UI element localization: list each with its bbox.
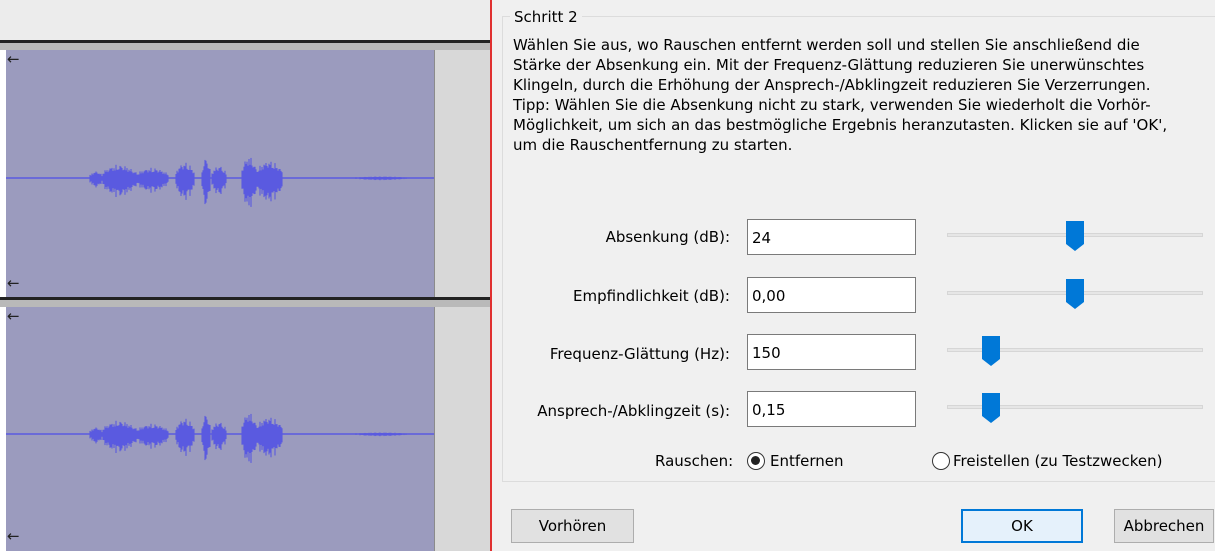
sensitivity-slider[interactable] bbox=[947, 278, 1203, 310]
left-arrow-icon: ← bbox=[7, 307, 20, 325]
help-text: Wählen Sie aus, wo Rauschen entfernt wer… bbox=[513, 36, 1168, 154]
radio-button-remove[interactable] bbox=[747, 452, 765, 470]
track-empty-area bbox=[434, 307, 491, 551]
slider-thumb[interactable] bbox=[1065, 220, 1085, 252]
sensitivity-input[interactable] bbox=[747, 277, 916, 313]
frequency-smoothing-input[interactable] bbox=[747, 334, 916, 370]
left-arrow-icon: ← bbox=[7, 527, 20, 545]
left-arrow-icon: ← bbox=[7, 50, 20, 68]
track-separator bbox=[0, 300, 490, 307]
noise-label: Rauschen: bbox=[655, 452, 734, 470]
reduction-slider[interactable] bbox=[947, 220, 1203, 252]
sensitivity-label: Empfindlichkeit (dB): bbox=[573, 287, 730, 305]
radio-remove-label: Entfernen bbox=[770, 452, 844, 470]
cancel-button[interactable]: Abbrechen bbox=[1114, 509, 1214, 543]
slider-thumb[interactable] bbox=[981, 392, 1001, 424]
reduction-input[interactable] bbox=[747, 219, 916, 255]
frequency-smoothing-slider[interactable] bbox=[947, 335, 1203, 367]
noise-reduction-dialog: Schritt 2 Wählen Sie aus, wo Rauschen en… bbox=[492, 0, 1215, 551]
audio-tracks-panel: ← ← ← ← bbox=[0, 0, 491, 551]
waveform-right bbox=[6, 413, 434, 463]
audio-track-left-channel[interactable] bbox=[6, 50, 434, 297]
track-separator bbox=[0, 43, 490, 50]
ok-button[interactable]: OK bbox=[961, 509, 1083, 543]
left-arrow-icon: ← bbox=[7, 274, 20, 292]
group-title: Schritt 2 bbox=[510, 8, 582, 26]
slider-thumb[interactable] bbox=[981, 335, 1001, 367]
frequency-smoothing-label: Frequenz-Glättung (Hz): bbox=[549, 345, 730, 363]
waveform-left bbox=[6, 157, 434, 207]
attack-decay-label: Ansprech-/Abklingzeit (s): bbox=[537, 402, 730, 420]
radio-isolate[interactable]: Freistellen (zu Testzwecken) bbox=[932, 449, 1212, 475]
timeline-area bbox=[0, 0, 490, 40]
reduction-label: Absenkung (dB): bbox=[605, 228, 730, 246]
radio-remove[interactable]: Entfernen bbox=[747, 449, 887, 475]
preview-button[interactable]: Vorhören bbox=[511, 509, 634, 543]
radio-button-isolate[interactable] bbox=[932, 452, 950, 470]
radio-isolate-label: Freistellen (zu Testzwecken) bbox=[953, 452, 1163, 470]
attack-decay-input[interactable] bbox=[747, 391, 916, 427]
audio-track-right-channel[interactable] bbox=[6, 307, 434, 551]
slider-thumb[interactable] bbox=[1065, 278, 1085, 310]
attack-decay-slider[interactable] bbox=[947, 392, 1203, 424]
track-empty-area bbox=[434, 50, 491, 297]
